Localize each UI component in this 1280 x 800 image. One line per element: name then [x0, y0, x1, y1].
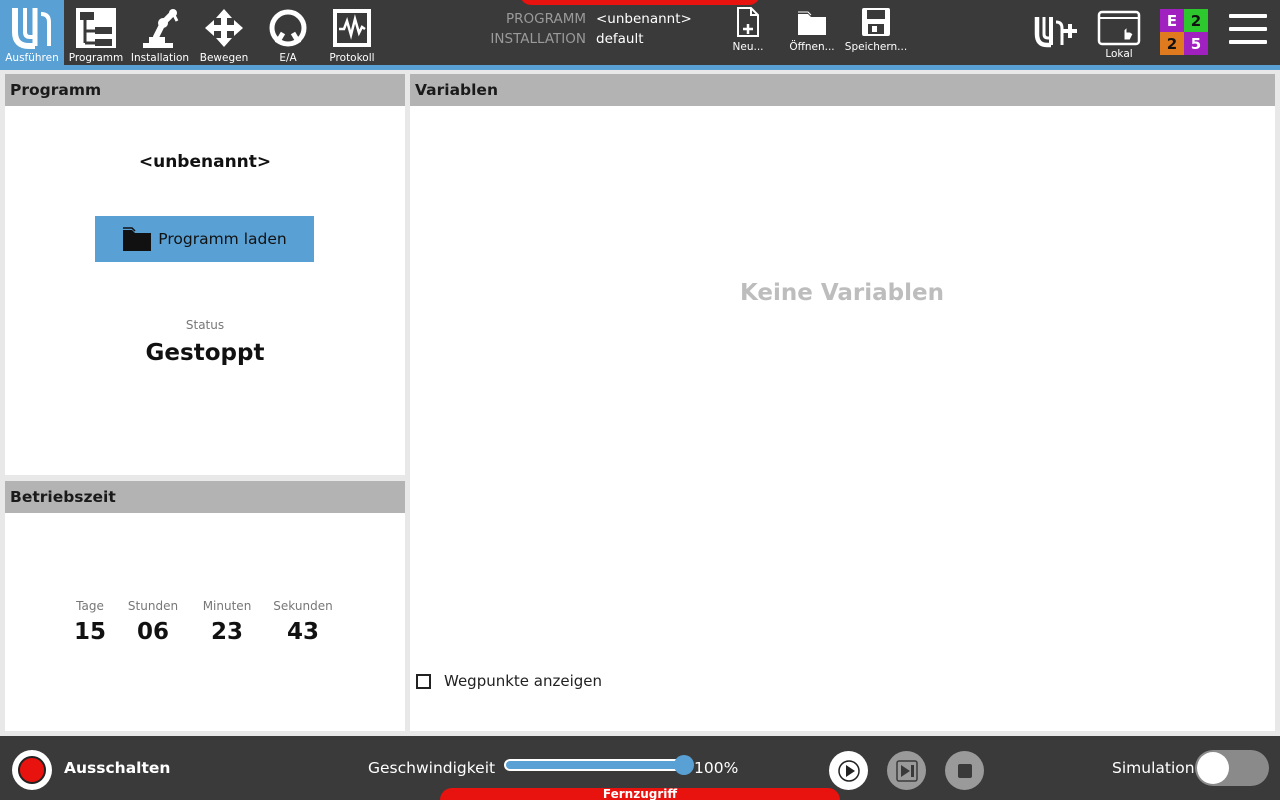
load-program-button[interactable]: Programm laden: [95, 216, 314, 262]
installation-key: INSTALLATION: [490, 31, 586, 47]
new-label: Neu...: [732, 41, 764, 53]
save-label: Speichern...: [844, 41, 908, 53]
local-label: Lokal: [1105, 48, 1133, 60]
accent-stripe: [0, 65, 1280, 70]
open-button[interactable]: Öffnen...: [789, 6, 835, 62]
ur-logo-icon: [10, 6, 54, 50]
program-tree-icon: [74, 6, 118, 50]
stop-button[interactable]: [945, 751, 984, 790]
tab-io[interactable]: E/A: [256, 0, 320, 65]
hamburger-menu-icon[interactable]: [1229, 14, 1267, 48]
power-status-icon: [18, 756, 46, 784]
stop-icon: [957, 763, 972, 778]
show-waypoints-label: Wegpunkte anzeigen: [444, 672, 603, 690]
tab-log-label: Protokoll: [329, 52, 375, 64]
save-button[interactable]: Speichern...: [844, 6, 908, 62]
status-cell: 5: [1184, 32, 1208, 55]
status-cell: 2: [1184, 9, 1208, 32]
tab-program-label: Programm: [68, 52, 124, 64]
speed-label: Geschwindigkeit: [368, 759, 496, 777]
status-value: Gestoppt: [145, 340, 265, 366]
urplus-button[interactable]: [1034, 14, 1078, 48]
status-label: Status: [185, 318, 225, 332]
new-file-icon: [737, 7, 759, 37]
tab-program[interactable]: Programm: [64, 0, 128, 65]
checkbox-box[interactable]: [416, 673, 431, 689]
runtime-panel-title: Betriebszeit: [5, 481, 405, 513]
step-forward-icon: [895, 759, 918, 782]
variables-panel-title: Variablen: [410, 74, 1275, 106]
runtime-minutes: Minuten 23: [197, 599, 257, 645]
tab-run-label: Ausführen: [5, 52, 59, 64]
speed-value: 100%: [694, 759, 739, 777]
program-info: PROGRAMM <unbenannt> INSTALLATION defaul…: [440, 11, 740, 51]
runtime-panel: Betriebszeit Tage 15 Stunden 06 Minuten …: [5, 481, 405, 731]
tab-move[interactable]: Bewegen: [192, 0, 256, 65]
runtime-hours-value: 06: [136, 619, 169, 645]
speed-slider-fill: [506, 761, 682, 769]
speed-slider[interactable]: [504, 755, 694, 775]
folder-icon: [798, 11, 826, 35]
robot-arm-icon: [138, 6, 182, 50]
tab-installation-label: Installation: [130, 52, 190, 64]
runtime-days-value: 15: [73, 619, 106, 645]
runtime-minutes-label: Minuten: [202, 599, 252, 613]
tab-run[interactable]: Ausführen: [0, 0, 64, 65]
simulation-toggle-knob: [1197, 752, 1229, 784]
load-program-label: Programm laden: [158, 230, 287, 248]
runtime-seconds-label: Sekunden: [273, 599, 333, 613]
runtime-days: Tage 15: [69, 599, 111, 645]
top-bar: Ausführen Programm Installation Bewegen …: [0, 0, 1280, 65]
save-floppy-icon: [862, 8, 890, 36]
local-tablet-icon: [1097, 10, 1141, 46]
simulation-label: Simulation: [1112, 759, 1195, 777]
io-icon: [266, 6, 310, 50]
remote-access-indicator: Fernzugriff: [440, 788, 840, 800]
play-button[interactable]: [829, 751, 868, 790]
new-button[interactable]: Neu...: [732, 6, 764, 62]
folder-icon: [123, 227, 152, 251]
runtime-days-label: Tage: [76, 599, 104, 613]
tab-move-label: Bewegen: [199, 52, 249, 64]
no-variables-text: Keine Variablen: [739, 280, 944, 306]
program-key: PROGRAMM: [506, 11, 586, 27]
tab-installation[interactable]: Installation: [128, 0, 192, 65]
program-panel: Programm <unbenannt> Programm laden Stat…: [5, 74, 405, 475]
status-cell: 2: [1160, 32, 1184, 55]
runtime-seconds-value: 43: [286, 619, 319, 645]
move-arrows-icon: [202, 6, 246, 50]
log-graph-icon: [330, 6, 374, 50]
power-off-button[interactable]: [12, 750, 52, 790]
program-panel-title: Programm: [5, 74, 405, 106]
speed-slider-thumb[interactable]: [674, 755, 694, 775]
runtime-minutes-value: 23: [210, 619, 243, 645]
show-waypoints-checkbox[interactable]: Wegpunkte anzeigen: [416, 672, 602, 690]
open-label: Öffnen...: [789, 41, 835, 53]
tab-log[interactable]: Protokoll: [320, 0, 384, 65]
local-control-button[interactable]: Lokal: [1097, 10, 1141, 60]
remote-access-label: Fernzugriff: [602, 787, 678, 800]
simulation-toggle[interactable]: [1195, 750, 1269, 786]
runtime-hours: Stunden 06: [123, 599, 183, 645]
urplus-icon: [1034, 17, 1077, 48]
tab-io-label: E/A: [279, 52, 297, 64]
play-icon: [837, 759, 860, 782]
status-cell: E: [1160, 9, 1184, 32]
program-name: <unbenannt>: [138, 152, 272, 172]
runtime-seconds: Sekunden 43: [268, 599, 338, 645]
power-off-label[interactable]: Ausschalten: [64, 759, 170, 777]
runtime-hours-label: Stunden: [127, 599, 179, 613]
remote-indicator-top: [520, 0, 760, 5]
status-indicator-grid[interactable]: E 2 2 5: [1160, 9, 1208, 55]
program-value: <unbenannt>: [596, 11, 692, 27]
step-button[interactable]: [887, 751, 926, 790]
variables-panel: Variablen Keine Variablen Wegpunkte anze…: [410, 74, 1275, 731]
installation-value: default: [596, 31, 644, 47]
